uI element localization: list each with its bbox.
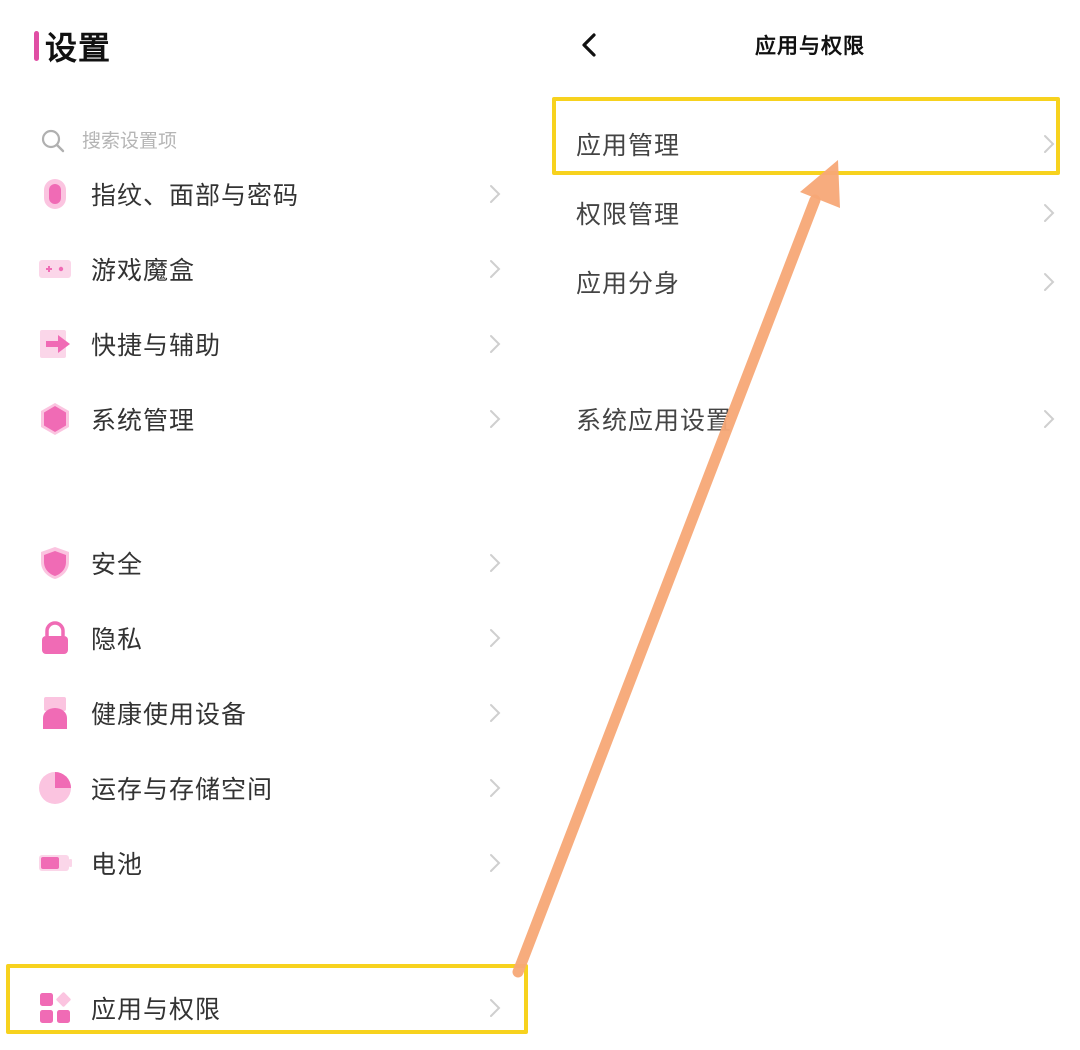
menu-item-label: 系统应用设置 — [576, 406, 733, 435]
chevron-right-icon — [490, 410, 501, 428]
settings-item-label: 健康使用设备 — [91, 700, 248, 729]
chevron-right-icon — [1044, 204, 1055, 222]
title-accent-bar — [34, 31, 39, 61]
chevron-right-icon — [490, 629, 501, 647]
settings-item-health[interactable]: 健康使用设备 — [36, 685, 510, 741]
gamepad-icon — [36, 250, 74, 288]
chevron-right-icon — [490, 185, 501, 203]
search-input[interactable] — [82, 130, 382, 152]
chevron-right-icon — [490, 854, 501, 872]
settings-item-label: 游戏魔盒 — [91, 256, 196, 285]
settings-item-label: 系统管理 — [91, 406, 196, 435]
system-hexagon-icon — [36, 400, 74, 438]
settings-item-game-box[interactable]: 游戏魔盒 — [36, 241, 510, 297]
menu-item-label: 权限管理 — [576, 200, 681, 229]
settings-item-label: 隐私 — [91, 625, 144, 654]
shortcut-icon — [36, 325, 74, 363]
chevron-right-icon — [490, 554, 501, 572]
menu-item-permission-management[interactable]: 权限管理 — [576, 185, 1056, 241]
settings-item-privacy[interactable]: 隐私 — [36, 610, 510, 666]
settings-item-label: 应用与权限 — [91, 995, 222, 1024]
menu-item-system-app-settings[interactable]: 系统应用设置 — [576, 391, 1056, 447]
settings-item-battery[interactable]: 电池 — [36, 835, 510, 891]
settings-item-label: 安全 — [91, 550, 144, 579]
fingerprint-icon — [36, 175, 74, 213]
chevron-right-icon — [490, 704, 501, 722]
settings-pane: 设置 指纹、面部与密码 游戏魔盒 — [0, 0, 540, 1050]
settings-item-shortcuts[interactable]: 快捷与辅助 — [36, 316, 510, 372]
apps-permissions-pane: 应用与权限 应用管理 权限管理 应用分身 系统应用设置 — [540, 0, 1080, 1050]
search-bar[interactable] — [40, 124, 382, 158]
health-icon — [36, 694, 74, 732]
shield-icon — [36, 544, 74, 582]
battery-icon — [36, 844, 74, 882]
chevron-right-icon — [1044, 135, 1055, 153]
menu-item-app-clone[interactable]: 应用分身 — [576, 254, 1056, 310]
settings-item-label: 指纹、面部与密码 — [91, 181, 300, 210]
chevron-right-icon — [490, 779, 501, 797]
chevron-right-icon — [490, 260, 501, 278]
settings-item-security[interactable]: 安全 — [36, 535, 510, 591]
apps-grid-icon — [36, 989, 74, 1027]
search-icon — [41, 129, 65, 153]
settings-item-system-management[interactable]: 系统管理 — [36, 391, 510, 447]
chevron-right-icon — [490, 999, 501, 1017]
chevron-right-icon — [490, 335, 501, 353]
menu-item-app-management[interactable]: 应用管理 — [576, 116, 1056, 172]
page-title: 应用与权限 — [755, 34, 865, 58]
menu-item-label: 应用管理 — [576, 131, 681, 160]
settings-header: 设置 — [34, 24, 111, 68]
menu-item-label: 应用分身 — [576, 269, 681, 298]
chevron-right-icon — [1044, 273, 1055, 291]
settings-item-label: 快捷与辅助 — [91, 331, 222, 360]
chevron-right-icon — [1044, 410, 1055, 428]
settings-item-label: 运存与存储空间 — [91, 775, 274, 804]
page-title: 设置 — [45, 29, 112, 67]
lock-icon — [36, 619, 74, 657]
settings-item-label: 电池 — [91, 850, 144, 879]
settings-item-fingerprint[interactable]: 指纹、面部与密码 — [36, 166, 510, 222]
settings-item-apps-permissions[interactable]: 应用与权限 — [36, 980, 510, 1036]
settings-item-storage[interactable]: 运存与存储空间 — [36, 760, 510, 816]
storage-pie-icon — [36, 769, 74, 807]
